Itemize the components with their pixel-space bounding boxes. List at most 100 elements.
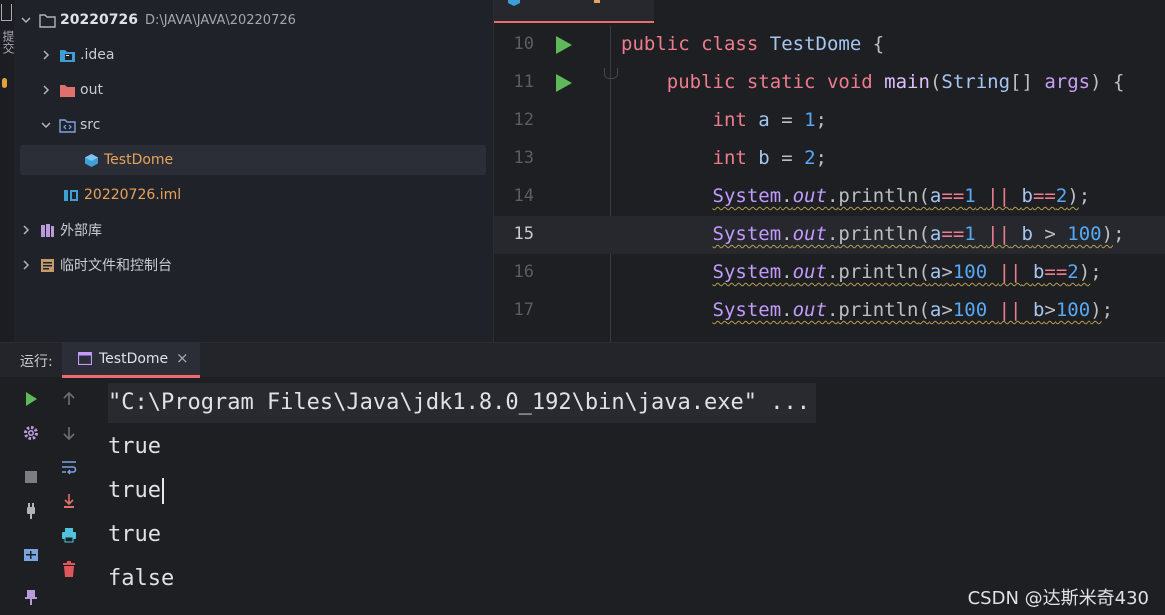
chevron-right-icon[interactable]: [18, 222, 34, 238]
code-text: int a = 1;: [712, 109, 827, 131]
gear-icon: [24, 426, 38, 440]
code-line-10[interactable]: 10 public class TestDome {: [494, 26, 1165, 64]
code-text: System.out.println(a==1 || b==2);: [712, 185, 1091, 207]
code-text: System.out.println(a>100 || b>100);: [712, 299, 1114, 321]
run-tab-bar: 运行: TestDome ×: [0, 343, 1165, 378]
scroll-to-end-button[interactable]: [56, 489, 82, 513]
chevron-right-icon[interactable]: [38, 47, 54, 63]
root-folder-name: 20220726: [60, 12, 138, 28]
tree-item-label: .idea: [80, 47, 115, 63]
tree-item-testdome[interactable]: TestDome: [20, 145, 486, 175]
text-caret: [161, 478, 164, 504]
close-icon[interactable]: ×: [176, 349, 189, 367]
tree-item-label: 临时文件和控制台: [60, 258, 172, 274]
console-command-line: "C:\Program Files\Java\jdk1.8.0_192\bin\…: [108, 383, 816, 423]
commit-tool-icon[interactable]: [1, 4, 12, 21]
code-line-16[interactable]: 16 System.out.println(a>100 || b==2);: [494, 254, 1165, 292]
console-window-icon: [78, 352, 92, 365]
arrow-up-icon: [63, 391, 75, 405]
chevron-right-icon[interactable]: [38, 82, 54, 98]
java-class-icon: [508, 0, 520, 6]
code-text: public static void main(String[] args) {: [666, 71, 1125, 93]
watermark: CSDN @达斯米奇430: [967, 588, 1149, 609]
code-line-17[interactable]: 17 System.out.println(a>100 || b>100);: [494, 292, 1165, 330]
library-icon: [38, 222, 56, 238]
commit-tool-label[interactable]: 提交: [0, 30, 14, 54]
console-output-line: false: [108, 566, 175, 591]
console-output-line: true: [108, 522, 161, 547]
layout-icon: [24, 549, 38, 561]
code-text: System.out.println(a>100 || b==2);: [712, 261, 1102, 283]
console-output-line: true: [108, 434, 161, 459]
soft-wrap-button[interactable]: [56, 455, 82, 479]
chevron-right-icon[interactable]: [18, 257, 34, 273]
tab-modified-mark: [594, 0, 600, 3]
run-tab-testdome[interactable]: TestDome ×: [62, 343, 200, 378]
tree-item-src[interactable]: src: [38, 110, 100, 140]
tree-item-scratches[interactable]: 临时文件和控制台: [18, 250, 172, 280]
attach-debugger-button[interactable]: [18, 499, 44, 523]
fold-marker-icon[interactable]: [604, 68, 618, 79]
scratches-icon: [38, 257, 56, 273]
stop-button[interactable]: [18, 465, 44, 489]
arrow-down-icon: [63, 427, 75, 441]
run-label: 运行:: [20, 354, 53, 370]
code-text: System.out.println(a==1 || b > 100);: [712, 223, 1125, 245]
code-line-14[interactable]: 14 System.out.println(a==1 || b==2);: [494, 178, 1165, 216]
tree-item-label: 外部库: [60, 223, 102, 239]
settings-button[interactable]: [18, 421, 44, 445]
run-tab-label: TestDome: [99, 351, 169, 367]
pin-tab-button[interactable]: [18, 585, 44, 609]
run-class-icon[interactable]: [556, 36, 572, 54]
tree-item-root[interactable]: 20220726 D:\JAVA\JAVA\20220726: [18, 5, 296, 35]
excluded-folder-icon: [58, 82, 76, 98]
down-button[interactable]: [56, 421, 82, 445]
layout-button[interactable]: [18, 543, 44, 567]
code-editor[interactable]: 10 public class TestDome { 11 public sta…: [493, 0, 1165, 342]
rerun-button[interactable]: [18, 387, 44, 411]
line-number: 12: [513, 110, 534, 130]
tree-item-external-libraries[interactable]: 外部库: [18, 215, 102, 245]
iml-file-icon: [62, 187, 80, 203]
clear-all-button[interactable]: [56, 557, 82, 581]
line-number: 13: [513, 148, 534, 168]
project-panel: 20220726 D:\JAVA\JAVA\20220726 .idea out…: [14, 0, 493, 342]
line-number: 16: [513, 262, 534, 282]
folder-icon: [38, 12, 56, 28]
stop-icon: [25, 471, 37, 483]
chevron-down-icon[interactable]: [18, 12, 34, 28]
root-folder-path: D:\JAVA\JAVA\20220726: [144, 12, 296, 28]
wrap-icon: [62, 461, 77, 475]
play-icon: [26, 392, 37, 406]
code-text: int b = 2;: [712, 147, 827, 169]
console-output-line: true: [108, 471, 164, 511]
tree-item-iml[interactable]: 20220726.iml: [58, 180, 181, 210]
code-text: public class TestDome {: [621, 33, 885, 55]
chevron-down-icon[interactable]: [38, 117, 54, 133]
source-folder-icon: [58, 117, 76, 133]
code-line-13[interactable]: 13 int b = 2;: [494, 140, 1165, 178]
trash-icon: [63, 561, 75, 577]
code-line-11[interactable]: 11 public static void main(String[] args…: [494, 64, 1165, 102]
tree-item-label: TestDome: [104, 152, 174, 168]
tree-item-label: 20220726.iml: [84, 187, 182, 203]
tree-item-idea[interactable]: .idea: [38, 40, 114, 70]
code-line-12[interactable]: 12 int a = 1;: [494, 102, 1165, 140]
print-button[interactable]: [56, 523, 82, 547]
line-number: 10: [513, 34, 534, 54]
line-number: 11: [513, 72, 534, 92]
commit-indicator: [2, 78, 7, 88]
editor-tab-testdome[interactable]: [494, 0, 654, 23]
tree-item-label: src: [80, 117, 101, 133]
run-panel: 运行: TestDome × "C:\Program Files\Java\jd…: [0, 342, 1165, 615]
tree-item-label: out: [80, 82, 103, 98]
run-main-icon[interactable]: [556, 74, 572, 92]
code-line-15[interactable]: 15 System.out.println(a==1 || b > 100);: [494, 216, 1165, 254]
tree-item-out[interactable]: out: [38, 75, 103, 105]
line-number: 14: [513, 186, 534, 206]
left-tool-strip: 提交: [0, 0, 14, 342]
printer-icon: [62, 528, 76, 543]
java-class-icon: [82, 152, 100, 168]
scroll-end-icon: [64, 494, 74, 508]
up-button[interactable]: [56, 387, 82, 411]
